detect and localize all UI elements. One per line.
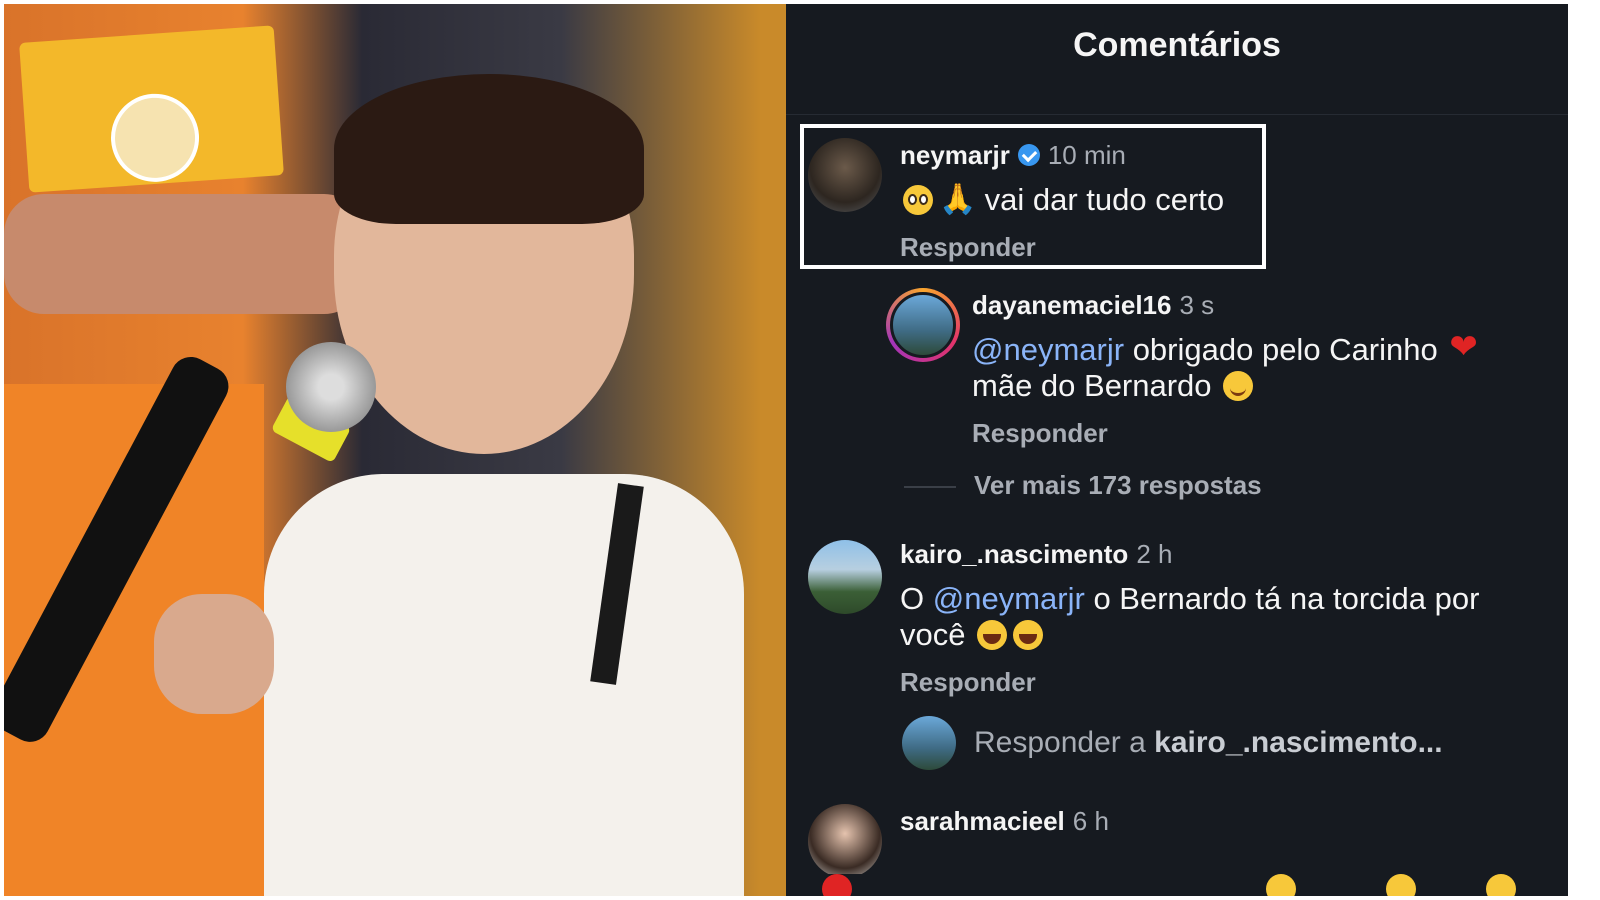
adult-arm: [4, 194, 364, 314]
yellow-card: [19, 25, 284, 193]
card-sticker: [108, 90, 202, 185]
my-avatar: [902, 716, 956, 770]
tears-of-joy-icon: [977, 620, 1008, 650]
reply-input[interactable]: Responder a kairo_.nascimento...: [974, 726, 1443, 760]
red-heart-icon[interactable]: [822, 874, 852, 896]
comment-text: @neymarjr obrigado pelo Carinho: [972, 329, 1482, 368]
boy-hair: [334, 74, 644, 224]
comment-text-line2: mãe do Bernardo: [972, 368, 1256, 404]
avatar[interactable]: [808, 804, 882, 878]
comment-username[interactable]: sarahmacieel: [900, 806, 1065, 836]
photo-panel: [4, 4, 800, 896]
reply-button[interactable]: Responder: [900, 232, 1036, 263]
avatar-story-ring[interactable]: [886, 288, 960, 362]
comment-body-line1: obrigado pelo Carinho: [1132, 332, 1438, 367]
avatar[interactable]: [808, 540, 882, 614]
reply-input-prefix: Responder a: [974, 726, 1146, 759]
panel-title: Comentários: [1073, 26, 1281, 64]
comment-text: vai dar tudo certo: [900, 182, 1224, 218]
mention-link[interactable]: @neymarjr: [972, 332, 1124, 367]
comment-username[interactable]: kairo_.nascimento: [900, 539, 1128, 569]
comment-body-line1: o Bernardo tá na torcida por: [1093, 581, 1480, 616]
header-divider: [786, 114, 1568, 115]
boy-hand: [154, 594, 274, 714]
reply-input-target: kairo_.nascimento...: [1154, 726, 1443, 759]
comment-header: neymarjr 10 min: [900, 140, 1126, 171]
emoji-icon[interactable]: [1266, 874, 1296, 896]
view-more-line: [904, 486, 956, 488]
red-heart-icon: [1449, 329, 1479, 365]
comments-panel[interactable]: Comentários neymarjr 10 min vai dar tudo …: [786, 4, 1568, 896]
comment-header: kairo_.nascimento 2 h: [900, 539, 1172, 570]
pleading-face-icon: [903, 185, 933, 215]
comment-time: 10 min: [1047, 140, 1126, 170]
quick-emoji-bar[interactable]: [786, 874, 1568, 896]
comment-text-line2: você: [900, 617, 1046, 653]
avatar[interactable]: [808, 138, 882, 212]
verified-badge-icon: [1017, 144, 1040, 166]
emoji-icon[interactable]: [1486, 874, 1516, 896]
comment-body-line2: você: [900, 617, 966, 652]
reply-button[interactable]: Responder: [900, 667, 1036, 698]
comment-text: O @neymarjr o Bernardo tá na torcida por: [900, 581, 1479, 617]
mention-link[interactable]: @neymarjr: [933, 581, 1085, 616]
comment-time: 6 h: [1072, 806, 1109, 836]
tears-of-joy-icon: [1013, 620, 1044, 650]
emoji-icon[interactable]: [1386, 874, 1416, 896]
comment-header: dayanemaciel16 3 s: [972, 290, 1214, 321]
view-more-replies[interactable]: Ver mais 173 respostas: [974, 470, 1262, 501]
smiling-face-with-hearts-icon: [1223, 371, 1254, 401]
comment-time: 3 s: [1179, 290, 1215, 320]
reply-button[interactable]: Responder: [972, 418, 1108, 449]
boy-shirt: [264, 474, 744, 896]
comment-header: sarahmacieel 6 h: [900, 806, 1109, 837]
microphone-head: [286, 342, 376, 432]
avatar: [890, 292, 956, 358]
comment-prefix: O: [900, 581, 925, 616]
comment-username[interactable]: neymarjr: [900, 140, 1010, 170]
comment-body-line2: mãe do Bernardo: [972, 368, 1212, 403]
comment-body: vai dar tudo certo: [984, 182, 1225, 217]
comment-username[interactable]: dayanemaciel16: [972, 290, 1171, 320]
comment-time: 2 h: [1136, 539, 1173, 569]
folded-hands-icon: [939, 182, 976, 218]
